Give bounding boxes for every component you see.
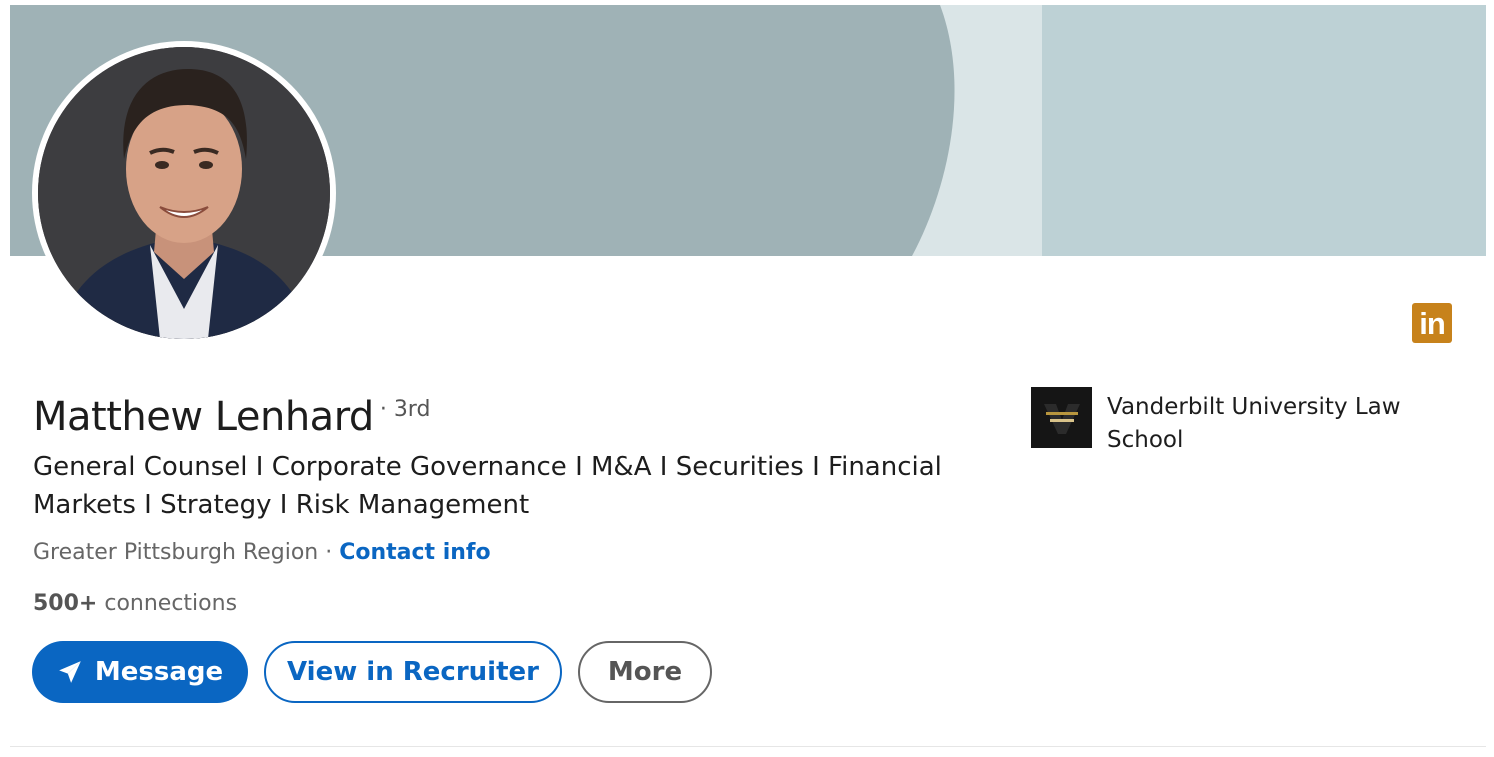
- connections-number: 500+: [33, 591, 98, 616]
- profile-card: in Matthew Lenhard · 3rd General Counsel …: [10, 5, 1486, 747]
- location-row: Greater Pittsburgh Region · Contact info: [33, 540, 491, 565]
- school-name: Vanderbilt University Law School: [1107, 394, 1401, 453]
- message-button-label: Message: [94, 657, 224, 687]
- view-in-recruiter-label: View in Recruiter: [287, 657, 539, 687]
- profile-name: Matthew Lenhard: [33, 394, 374, 440]
- profile-photo[interactable]: [32, 41, 336, 345]
- connection-degree: · 3rd: [379, 397, 431, 422]
- connections-count[interactable]: 500+ connections: [33, 591, 237, 616]
- contact-info-link[interactable]: Contact info: [339, 540, 490, 565]
- profile-actions: Message View in Recruiter More: [32, 641, 712, 703]
- profile-headline: General Counsel I Corporate Governance I…: [33, 452, 942, 520]
- profile-name-row: Matthew Lenhard · 3rd: [33, 394, 430, 440]
- send-icon: [59, 661, 81, 683]
- vanderbilt-law-logo-icon: [1031, 387, 1092, 448]
- more-button[interactable]: More: [578, 641, 712, 703]
- connections-label: connections: [97, 591, 238, 616]
- view-in-recruiter-button[interactable]: View in Recruiter: [264, 641, 562, 703]
- linkedin-icon[interactable]: in: [1412, 303, 1452, 343]
- profile-location: Greater Pittsburgh Region: [33, 540, 319, 565]
- location-separator: ·: [318, 540, 340, 565]
- profile-photo-image: [38, 47, 330, 339]
- more-button-label: More: [607, 657, 683, 687]
- message-button[interactable]: Message: [32, 641, 248, 703]
- education-entry[interactable]: Vanderbilt University Law School: [1031, 387, 1427, 457]
- section-divider: [10, 746, 1486, 747]
